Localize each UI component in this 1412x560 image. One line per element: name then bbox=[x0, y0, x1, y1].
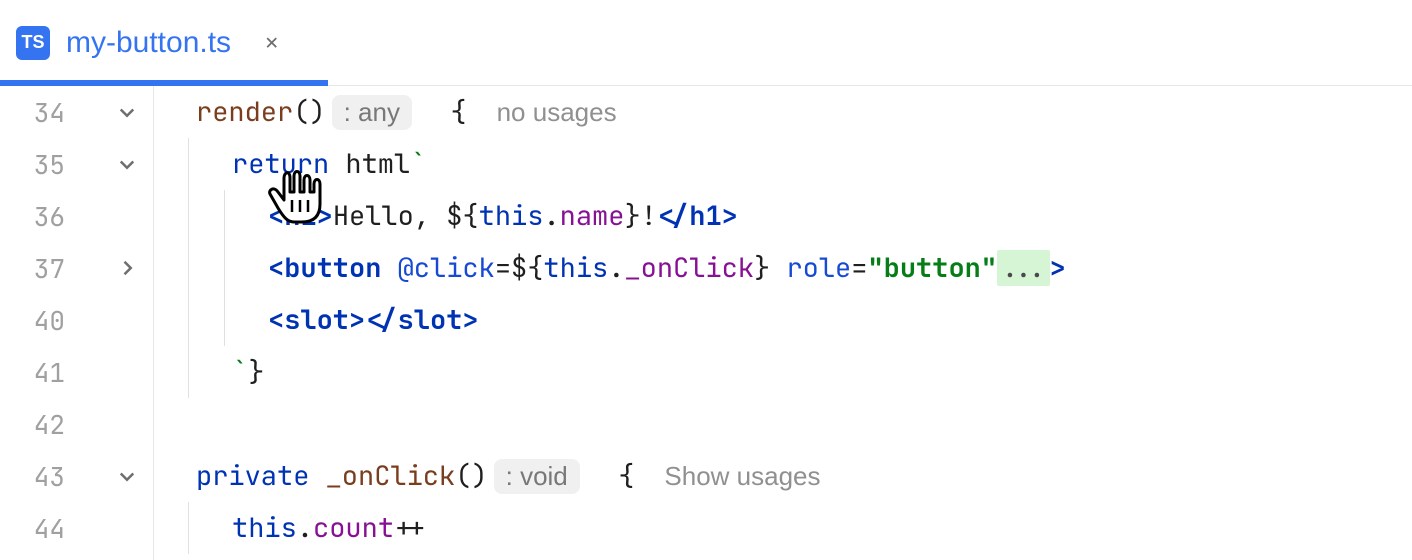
code-token: . bbox=[543, 198, 559, 234]
indent-guide bbox=[188, 138, 189, 190]
keyword: return bbox=[232, 146, 329, 182]
usages-hint[interactable]: Show usages bbox=[664, 461, 820, 492]
line-number: 40 bbox=[25, 303, 65, 338]
code-token: } bbox=[248, 354, 264, 390]
code-token: () bbox=[293, 94, 325, 130]
code-line[interactable]: this.count++ bbox=[154, 502, 1412, 554]
indent-guide bbox=[224, 294, 225, 346]
keyword: this bbox=[479, 198, 544, 234]
code-token: = bbox=[495, 250, 511, 286]
code-token: } bbox=[624, 198, 640, 234]
code-token: . bbox=[297, 510, 313, 546]
code-line[interactable]: <h1>Hello, ${this.name}!</h1> bbox=[154, 190, 1412, 242]
code-token: { bbox=[450, 94, 466, 130]
indent-guide bbox=[188, 242, 189, 294]
method-name: render bbox=[196, 94, 293, 130]
html-tag: <button bbox=[268, 250, 381, 286]
html-tag: > bbox=[1050, 250, 1066, 286]
return-type-hint[interactable]: : void bbox=[494, 459, 580, 494]
code-token: ! bbox=[641, 198, 657, 234]
chevron-right-icon[interactable] bbox=[115, 258, 139, 278]
code-line[interactable]: <button @click=${this._onClick} role="bu… bbox=[154, 242, 1412, 294]
line-number: 37 bbox=[25, 251, 65, 286]
keyword: private bbox=[196, 458, 309, 494]
html-attr: @click bbox=[381, 250, 494, 286]
line-number: 41 bbox=[25, 355, 65, 390]
code-token: ${ bbox=[446, 198, 478, 234]
code-area[interactable]: render() : any { no usages return html` … bbox=[154, 86, 1412, 560]
code-token: ${ bbox=[511, 250, 543, 286]
code-token: Hello, bbox=[333, 198, 446, 234]
line-number: 43 bbox=[25, 459, 65, 494]
code-line[interactable]: private _onClick() : void { Show usages bbox=[154, 450, 1412, 502]
property: _onClick bbox=[624, 250, 754, 286]
chevron-down-icon[interactable] bbox=[115, 102, 139, 122]
code-token: ` bbox=[410, 146, 426, 182]
code-token: { bbox=[618, 458, 634, 494]
code-token: () bbox=[455, 458, 487, 494]
line-number: 34 bbox=[25, 95, 65, 130]
tab-filename: my-button.ts bbox=[66, 26, 231, 60]
code-token: html bbox=[329, 146, 410, 182]
indent-guide bbox=[224, 190, 225, 242]
indent-guide bbox=[188, 190, 189, 242]
code-token: } bbox=[754, 250, 770, 286]
tab-bar: TS my-button.ts ✕ bbox=[0, 0, 1412, 86]
code-line[interactable] bbox=[154, 398, 1412, 450]
code-line[interactable]: return html` bbox=[154, 138, 1412, 190]
keyword: this bbox=[232, 510, 297, 546]
code-token: = bbox=[851, 250, 867, 286]
folded-code-icon[interactable]: ... bbox=[997, 250, 1050, 286]
code-token: ` bbox=[232, 354, 248, 390]
code-line[interactable]: <slot></slot> bbox=[154, 294, 1412, 346]
code-token bbox=[586, 458, 618, 494]
property: count bbox=[313, 510, 394, 546]
typescript-icon: TS bbox=[16, 26, 50, 60]
line-number: 42 bbox=[25, 407, 65, 442]
html-tag: </h1> bbox=[657, 198, 738, 234]
usages-hint[interactable]: no usages bbox=[497, 97, 617, 128]
chevron-down-icon[interactable] bbox=[115, 154, 139, 174]
indent-guide bbox=[188, 346, 189, 398]
code-token: . bbox=[608, 250, 624, 286]
close-icon[interactable]: ✕ bbox=[265, 28, 278, 57]
property: name bbox=[560, 198, 625, 234]
indent-guide bbox=[224, 242, 225, 294]
line-number: 36 bbox=[25, 199, 65, 234]
code-token: ++ bbox=[394, 510, 426, 546]
html-attr: role bbox=[770, 250, 851, 286]
string-literal: "button" bbox=[867, 250, 997, 286]
return-type-hint[interactable]: : any bbox=[332, 95, 412, 130]
indent-guide bbox=[188, 502, 189, 554]
code-token bbox=[418, 94, 450, 130]
line-number: 35 bbox=[25, 147, 65, 182]
line-number: 44 bbox=[25, 511, 65, 546]
indent-guide bbox=[188, 294, 189, 346]
code-line[interactable]: render() : any { no usages bbox=[154, 86, 1412, 138]
gutter: 34 35 36 37 40 41 bbox=[0, 86, 154, 560]
html-tag: <slot></slot> bbox=[268, 302, 479, 338]
method-name: _onClick bbox=[326, 458, 456, 494]
html-tag: <h1> bbox=[268, 198, 333, 234]
code-token bbox=[309, 458, 325, 494]
file-tab[interactable]: TS my-button.ts ✕ bbox=[0, 0, 306, 85]
chevron-down-icon[interactable] bbox=[115, 466, 139, 486]
code-editor[interactable]: 34 35 36 37 40 41 bbox=[0, 86, 1412, 560]
code-line[interactable]: `} bbox=[154, 346, 1412, 398]
keyword: this bbox=[543, 250, 608, 286]
